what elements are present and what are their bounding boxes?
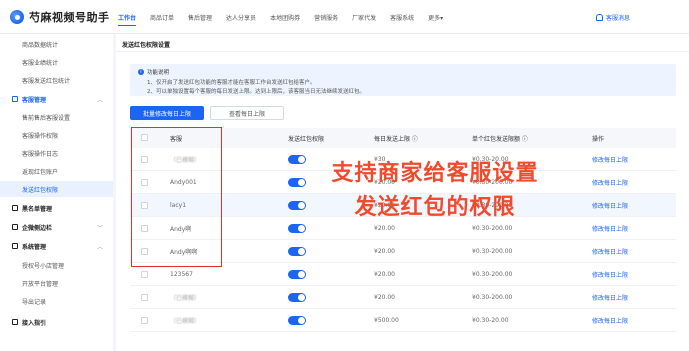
- edit-daily-limit-link[interactable]: 修改每日上限: [592, 148, 628, 171]
- annotation-caption: 支持商家给客服设置 发送红包的权限: [300, 157, 570, 225]
- col-daily-limit: 每日发送上限 ⓘ: [374, 135, 418, 143]
- nav-local-coupon[interactable]: 本地团购券: [270, 0, 300, 34]
- permission-toggle[interactable]: [288, 224, 306, 233]
- sidebar-item-kefu-logs[interactable]: 客服操作日志: [0, 145, 113, 161]
- sidebar-item-kefu-settings[interactable]: 售前售后客服设置: [0, 109, 113, 125]
- nav-orders[interactable]: 商品订单: [150, 0, 174, 34]
- app-logo[interactable]: 芍麻视频号助手: [10, 9, 110, 25]
- top-bar: 芍麻视频号助手 工作台 商品订单 售后管理 达人分享员 本地团购券 营销服务 厂…: [0, 0, 689, 34]
- sidebar-group-blacklist[interactable]: 黑名单管理: [0, 200, 113, 216]
- row-checkbox[interactable]: [141, 294, 148, 301]
- nav-workbench[interactable]: 工作台: [118, 0, 137, 34]
- page-title: 发送红包权限设置: [122, 42, 171, 49]
- logo-icon: [10, 10, 24, 24]
- permission-cell: [288, 286, 306, 309]
- info-icon: i: [138, 69, 144, 75]
- edit-daily-limit-link[interactable]: 修改每日上限: [592, 309, 628, 332]
- nav-marketing[interactable]: 营销服务: [314, 0, 338, 34]
- permission-cell: [288, 240, 306, 263]
- notice-link[interactable]: 客服消息: [596, 13, 630, 22]
- annotation-highlight-box: [131, 127, 222, 267]
- tip-line-1: 1、仅开启了发送红包功能的客服才能在客服工作台发送红包给客户。: [147, 79, 316, 86]
- sidebar: 商品数据统计 客服业绩统计 客服发送红包统计 客服管理 ︿ 售前售后客服设置 客…: [0, 34, 113, 351]
- system-icon: [12, 243, 18, 249]
- daily-limit: ¥500.00: [374, 317, 399, 324]
- single-limit: ¥0.30-200.00: [472, 294, 513, 301]
- bell-icon: [596, 14, 603, 21]
- sidebar-group-label: 企微侧边栏: [22, 224, 53, 232]
- daily-limit: ¥20.00: [374, 294, 395, 301]
- user-block-icon: [12, 205, 18, 211]
- sidebar-group-enterprise[interactable]: 企微侧边栏 ﹀: [0, 219, 113, 235]
- edit-daily-limit-link[interactable]: 修改每日上限: [592, 171, 628, 194]
- permission-cell: [288, 263, 306, 286]
- nav-aftersale[interactable]: 售后管理: [188, 0, 212, 34]
- sidebar-item-kefu-stats[interactable]: 客服业绩统计: [0, 54, 113, 70]
- annotation-line-2: 发送红包的权限: [354, 195, 516, 220]
- chevron-up-icon: ︿: [96, 243, 103, 251]
- sidebar-group-label: 客服管理: [22, 96, 47, 104]
- sidebar-item-redpacket-permission[interactable]: 发送红包权限: [0, 181, 113, 197]
- sidebar-item-cashback-account[interactable]: 返现红包账户: [0, 163, 113, 179]
- table-row: （已模糊） ¥20.00 ¥0.30-200.00 修改每日上限: [130, 286, 676, 309]
- headset-icon: [12, 96, 18, 102]
- edit-daily-limit-link[interactable]: 修改每日上限: [592, 194, 628, 217]
- nav-sharers[interactable]: 达人分享员: [226, 0, 256, 34]
- sidebar-group-label: 黑名单管理: [22, 205, 53, 213]
- permission-toggle[interactable]: [288, 247, 306, 256]
- nav-customer-service[interactable]: 客服系统: [390, 0, 414, 34]
- nav-dropship[interactable]: 厂家代发: [352, 0, 376, 34]
- daily-limit: ¥20.00: [374, 248, 395, 255]
- view-limit-button[interactable]: 查看每日上限: [210, 106, 284, 120]
- sidebar-panel-icon: [12, 224, 18, 230]
- permission-toggle[interactable]: [288, 316, 306, 325]
- edit-daily-limit-link[interactable]: 修改每日上限: [592, 240, 628, 263]
- tip-heading-text: 功能说明: [147, 70, 170, 76]
- col-actions: 操作: [592, 135, 605, 143]
- permission-cell: [288, 309, 306, 332]
- permission-toggle[interactable]: [288, 293, 306, 302]
- guide-icon: [12, 319, 18, 325]
- info-tip: i 功能说明 1、仅开启了发送红包功能的客服才能在客服工作台发送红包给客户。 2…: [130, 64, 676, 96]
- col-permission: 发送红包权限: [288, 135, 325, 143]
- daily-limit: ¥20.00: [374, 271, 395, 278]
- sidebar-group-label: 系统管理: [22, 243, 47, 251]
- edit-daily-limit-link[interactable]: 修改每日上限: [592, 263, 628, 286]
- single-limit: ¥0.30-200.00: [472, 271, 513, 278]
- sidebar-group-kefu[interactable]: 客服管理 ︿: [0, 91, 113, 107]
- sidebar-item-product-stats[interactable]: 商品数据统计: [0, 36, 113, 52]
- chevron-down-icon: ﹀: [96, 224, 103, 232]
- sidebar-item-shop-auth[interactable]: 授权号小店管理: [0, 257, 113, 273]
- sidebar-item-redpacket-stats[interactable]: 客服发送红包统计: [0, 72, 113, 88]
- row-checkbox[interactable]: [141, 317, 148, 324]
- sidebar-item-open-platform[interactable]: 开放平台管理: [0, 275, 113, 291]
- kefu-name: （已模糊）: [170, 295, 201, 302]
- single-limit: ¥0.30-200.00: [472, 248, 513, 255]
- table-row: （已模糊） ¥500.00 ¥0.30-20.00 修改每日上限: [130, 309, 676, 332]
- sidebar-group-label: 接入指引: [22, 319, 47, 327]
- edit-daily-limit-link[interactable]: 修改每日上限: [592, 217, 628, 240]
- batch-edit-limit-button[interactable]: 批量修改每日上限: [130, 106, 204, 120]
- notice-label: 客服消息: [606, 15, 631, 22]
- row-checkbox[interactable]: [141, 271, 148, 278]
- permission-toggle[interactable]: [288, 270, 306, 279]
- main-nav: 工作台 商品订单 售后管理 达人分享员 本地团购券 营销服务 厂家代发 客服系统…: [118, 0, 457, 34]
- tip-heading: i 功能说明: [138, 68, 668, 76]
- sidebar-group-system[interactable]: 系统管理 ︿: [0, 238, 113, 254]
- tip-line-2: 2、可以单独设置每个客服的每日发送上限。达到上限后，该客服当日无法继续发送红包。: [147, 89, 366, 95]
- sidebar-item-kefu-permissions[interactable]: 客服操作权限: [0, 127, 113, 143]
- sidebar-group-guide[interactable]: 接入指引: [0, 314, 113, 330]
- sidebar-item-export-records[interactable]: 导出记录: [0, 293, 113, 309]
- divider: [116, 51, 689, 52]
- edit-daily-limit-link[interactable]: 修改每日上限: [592, 286, 628, 309]
- chevron-up-icon: ︿: [96, 96, 103, 104]
- single-limit: ¥0.30-20.00: [472, 317, 509, 324]
- kefu-name: （已模糊）: [170, 318, 201, 325]
- app-title: 芍麻视频号助手: [29, 11, 110, 24]
- annotation-line-1: 支持商家给客服设置: [331, 161, 539, 186]
- nav-more[interactable]: 更多▾: [428, 0, 443, 34]
- col-single-limit: 单个红包发送限额 ⓘ: [472, 135, 528, 143]
